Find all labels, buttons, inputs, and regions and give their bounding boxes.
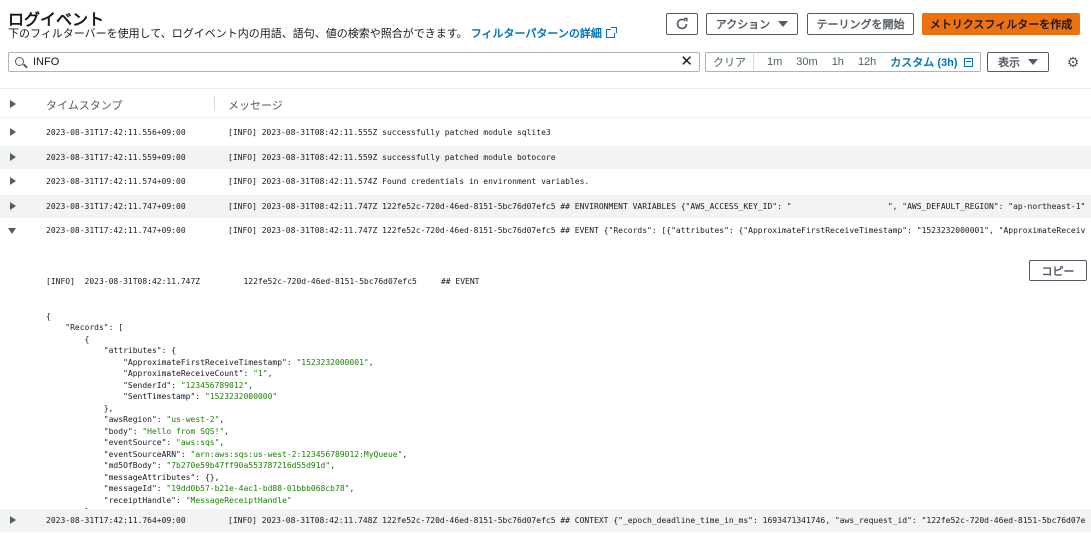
range-option-1h[interactable]: 1h	[825, 53, 851, 71]
log-message: [INFO] 2023-08-31T08:42:11.748Z 122fe52c…	[228, 516, 1086, 525]
copy-button[interactable]: コピー	[1029, 260, 1087, 281]
json-line: "receiptHandle": "MessageReceiptHandle"	[46, 495, 292, 505]
search-value: INFO	[33, 56, 60, 68]
display-label: 表示	[998, 57, 1020, 69]
actions-button[interactable]: アクション	[706, 13, 798, 35]
settings-gear-icon[interactable]: ⚙	[1066, 55, 1080, 69]
log-row-expanded[interactable]: 2023-08-31T17:42:11.747+09:00 [INFO] 202…	[0, 219, 1091, 243]
clear-icon[interactable]: ✕	[680, 54, 693, 70]
json-line: "ApproximateFirstReceiveTimestamp": "152…	[46, 357, 374, 367]
chevron-down-icon	[778, 21, 789, 27]
create-metric-filter-label: メトリクスフィルターを作成	[929, 19, 1073, 31]
json-line: {	[46, 334, 90, 344]
log-message: [INFO] 2023-08-31T08:42:11.574Z Found cr…	[228, 177, 590, 186]
json-line: "body": "Hello from SQS!",	[46, 426, 230, 436]
calendar-icon	[963, 57, 973, 67]
external-link-icon	[605, 27, 617, 38]
column-header-message[interactable]: メッセージ	[228, 97, 283, 113]
display-button[interactable]: 表示	[987, 52, 1049, 72]
json-line: "eventSource": "aws:sqs",	[46, 438, 225, 447]
json-line: },	[46, 403, 114, 413]
log-row[interactable]: 2023-08-31T17:42:11.747+09:00 [INFO] 202…	[0, 195, 1091, 219]
json-line: "eventSourceARN": "arn:aws:sqs:us-west-2…	[46, 449, 408, 459]
description-text: 下のフィルターバーを使用して、ログイベント内の用語、語句、値の検索や照合ができま…	[8, 28, 468, 40]
json-line: {	[46, 311, 51, 321]
range-option-custom[interactable]: カスタム (3h)	[883, 53, 979, 71]
log-timestamp: 2023-08-31T17:42:11.574+09:00	[46, 177, 186, 186]
log-timestamp: 2023-08-31T17:42:11.764+09:00	[46, 516, 186, 525]
log-timestamp: 2023-08-31T17:42:11.556+09:00	[46, 128, 186, 137]
filter-pattern-link[interactable]: フィルターパターンの詳細	[470, 27, 617, 40]
column-divider	[214, 96, 215, 111]
json-line: "messageId": "19dd0b57-b21e-4ac1-bd88-01…	[46, 484, 355, 493]
expand-row-icon[interactable]	[10, 177, 16, 185]
column-header-timestamp[interactable]: タイムスタンプ	[46, 97, 122, 113]
expand-all-icon[interactable]	[10, 100, 16, 108]
table-header: タイムスタンプ メッセージ	[0, 88, 1091, 118]
range-option-12h[interactable]: 12h	[851, 53, 883, 71]
collapse-row-icon[interactable]	[8, 228, 16, 234]
expand-row-icon[interactable]	[10, 128, 16, 136]
json-line: "messageAttributes": {},	[46, 472, 220, 482]
page-description: 下のフィルターバーを使用して、ログイベント内の用語、語句、値の検索や照合ができま…	[8, 25, 617, 41]
log-message: [INFO] 2023-08-31T08:42:11.747Z 122fe52c…	[228, 202, 1086, 211]
detail-json: { "Records": [ { "attributes": { "Approx…	[46, 311, 1046, 533]
expand-row-icon[interactable]	[10, 153, 16, 161]
log-message: [INFO] 2023-08-31T08:42:11.555Z successf…	[228, 128, 551, 137]
log-message: [INFO] 2023-08-31T08:42:11.747Z 122fe52c…	[228, 226, 1086, 235]
refresh-icon	[676, 17, 688, 30]
log-row[interactable]: 2023-08-31T17:42:11.556+09:00 [INFO] 202…	[0, 121, 1091, 145]
actions-label: アクション	[715, 19, 771, 31]
range-option-1m[interactable]: 1m	[760, 53, 789, 71]
refresh-button[interactable]	[666, 13, 698, 35]
log-detail-panel: [INFO] 2023-08-31T08:42:11.747Z 122fe52c…	[46, 253, 1046, 533]
copy-label: コピー	[1041, 265, 1075, 278]
log-timestamp: 2023-08-31T17:42:11.747+09:00	[46, 202, 186, 211]
log-message: [INFO] 2023-08-31T08:42:11.559Z successf…	[228, 153, 556, 162]
start-tailing-button[interactable]: テーリングを開始	[807, 13, 914, 35]
expand-row-icon[interactable]	[10, 202, 16, 210]
json-line: "md5OfBody": "7b270e59b47ff90a553787216d…	[46, 461, 336, 470]
detail-header: [INFO] 2023-08-31T08:42:11.747Z 122fe52c…	[46, 277, 480, 286]
log-timestamp: 2023-08-31T17:42:11.747+09:00	[46, 226, 186, 235]
start-tailing-label: テーリングを開始	[816, 19, 905, 31]
chevron-down-icon	[1028, 59, 1038, 65]
log-row[interactable]: 2023-08-31T17:42:11.559+09:00 [INFO] 202…	[0, 146, 1091, 170]
filter-pattern-link-label: フィルターパターンの詳細	[470, 28, 602, 40]
clear-range-button[interactable]: クリア	[706, 53, 754, 71]
expand-row-icon[interactable]	[10, 516, 16, 524]
json-line: "ApproximateReceiveCount": "1",	[46, 369, 273, 378]
json-line: "SentTimestamp": "1523232000000"	[46, 392, 278, 401]
search-input[interactable]: INFO ✕	[8, 52, 700, 72]
search-icon	[15, 57, 24, 66]
json-line: "awsRegion": "us-west-2",	[46, 415, 225, 424]
json-line: "Records": [	[46, 323, 124, 332]
time-range-selector: クリア 1m 30m 1h 12h カスタム (3h)	[705, 52, 981, 72]
json-line: "SenderId": "123456789012",	[46, 380, 254, 390]
json-line: "attributes": {	[46, 346, 177, 355]
range-option-30m[interactable]: 30m	[789, 53, 824, 71]
log-timestamp: 2023-08-31T17:42:11.559+09:00	[46, 153, 186, 162]
create-metric-filter-button[interactable]: メトリクスフィルターを作成	[922, 13, 1080, 35]
log-row[interactable]: 2023-08-31T17:42:11.574+09:00 [INFO] 202…	[0, 170, 1091, 194]
log-row[interactable]: 2023-08-31T17:42:11.764+09:00 [INFO] 202…	[0, 509, 1091, 533]
range-custom-label: カスタム (3h)	[890, 57, 958, 69]
